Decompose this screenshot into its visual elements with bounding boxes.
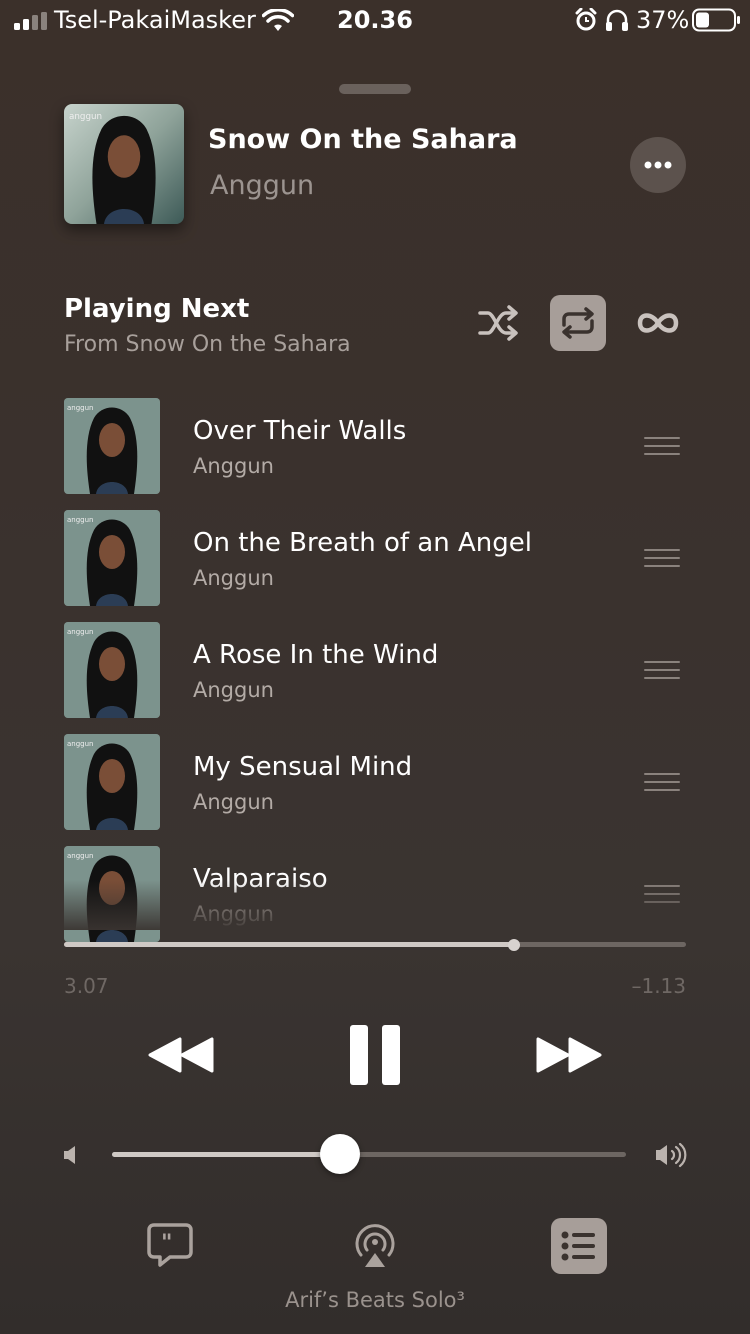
track-artist: Anggun <box>193 566 274 590</box>
track-artist: Anggun <box>193 678 274 702</box>
track-title: Over Their Walls <box>193 416 407 446</box>
queue-list-button[interactable] <box>551 1218 607 1274</box>
queue-row[interactable]: anggun Over Their Walls Anggun <box>64 398 704 494</box>
airplay-icon[interactable] <box>351 1221 399 1269</box>
svg-text:": " <box>161 1231 172 1256</box>
track-artwork: anggun <box>64 734 160 830</box>
elapsed-time: 3.07 <box>64 974 109 998</box>
volume-fill <box>112 1152 340 1157</box>
now-playing-title: Snow On the Sahara <box>208 124 518 155</box>
track-artist: Anggun <box>193 790 274 814</box>
volume-high-icon <box>656 1142 687 1168</box>
volume-knob[interactable] <box>320 1134 360 1174</box>
svg-text:anggun: anggun <box>67 404 94 412</box>
drag-handle-icon[interactable] <box>644 548 682 568</box>
lyrics-icon[interactable]: " <box>146 1222 194 1268</box>
svg-text:anggun: anggun <box>69 112 102 122</box>
drag-handle-icon[interactable] <box>644 436 682 456</box>
track-artwork: anggun <box>64 398 160 494</box>
more-options-button[interactable] <box>630 137 686 193</box>
battery-percent: 37% <box>636 6 690 34</box>
track-artwork: anggun <box>64 622 160 718</box>
progress-scrubber[interactable] <box>508 939 520 951</box>
repeat-button[interactable] <box>550 295 606 351</box>
svg-text:anggun: anggun <box>67 516 94 524</box>
queue-row[interactable]: anggun On the Breath of an Angel Anggun <box>64 510 704 606</box>
track-title: My Sensual Mind <box>193 752 413 782</box>
shuffle-icon[interactable] <box>476 303 520 343</box>
svg-text:anggun: anggun <box>67 852 94 860</box>
ellipsis-icon <box>644 161 672 169</box>
drag-handle-icon[interactable] <box>644 772 682 792</box>
volume-low-icon <box>64 1146 75 1164</box>
autoplay-icon[interactable] <box>634 303 682 343</box>
now-playing-artist[interactable]: Anggun <box>210 170 314 201</box>
queue-fade-overlay <box>0 880 750 930</box>
headphones-icon <box>606 9 628 31</box>
queue-title: Playing Next <box>64 294 250 324</box>
airplay-device-name[interactable]: Arif’s Beats Solo³ <box>0 1288 750 1312</box>
remaining-time: –1.13 <box>631 974 686 998</box>
battery-icon <box>692 8 740 32</box>
track-artist: Anggun <box>193 454 274 478</box>
progress-fill <box>64 942 514 947</box>
status-bar: Tsel-PakaiMasker 20.36 37% <box>0 0 750 42</box>
now-playing-artwork: anggun <box>64 104 184 224</box>
track-title: A Rose In the Wind <box>193 640 439 670</box>
track-artwork: anggun <box>64 510 160 606</box>
fast-forward-icon[interactable] <box>534 1035 604 1075</box>
queue-list-icon <box>561 1231 595 1261</box>
track-title: On the Breath of an Angel <box>193 528 532 558</box>
svg-text:anggun: anggun <box>67 740 94 748</box>
queue-subtitle: From Snow On the Sahara <box>64 332 351 357</box>
pause-icon[interactable] <box>348 1025 402 1085</box>
sheet-grabber[interactable] <box>339 84 411 94</box>
queue-row[interactable]: anggun A Rose In the Wind Anggun <box>64 622 704 718</box>
drag-handle-icon[interactable] <box>644 660 682 680</box>
repeat-icon <box>562 307 594 339</box>
alarm-icon <box>575 8 597 31</box>
rewind-icon[interactable] <box>146 1035 216 1075</box>
svg-text:anggun: anggun <box>67 628 94 636</box>
queue-row[interactable]: anggun My Sensual Mind Anggun <box>64 734 704 830</box>
